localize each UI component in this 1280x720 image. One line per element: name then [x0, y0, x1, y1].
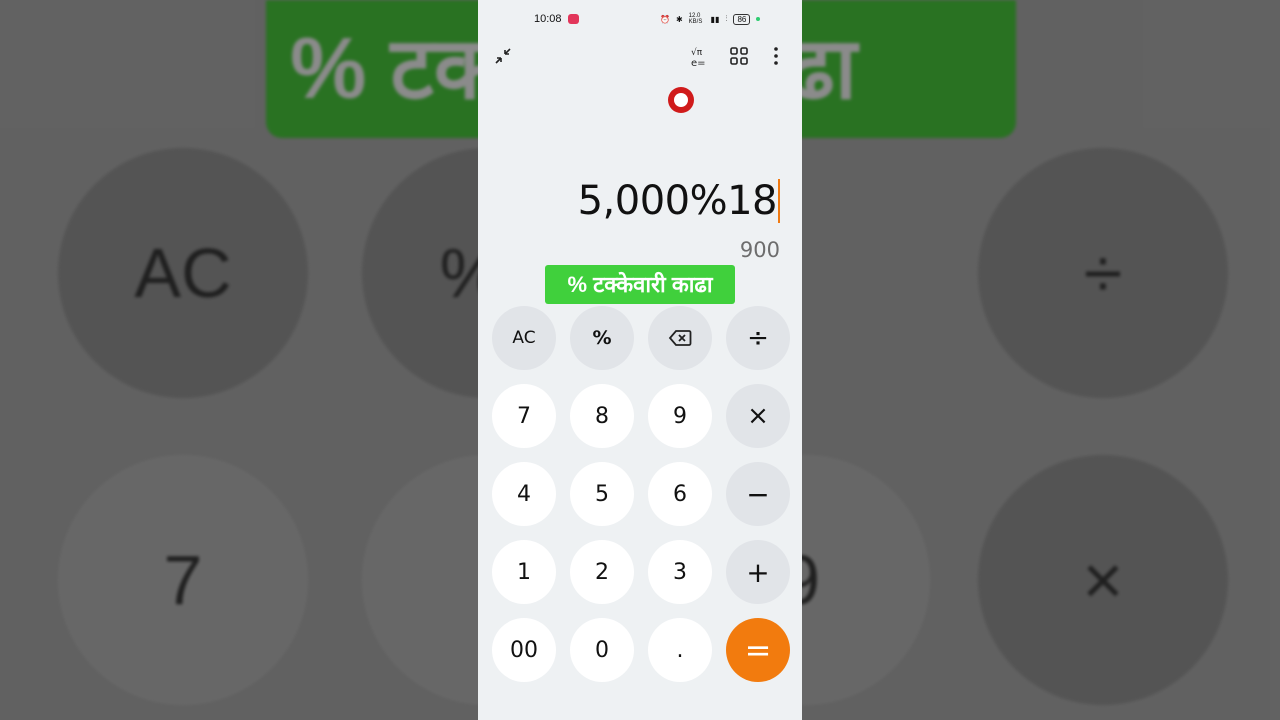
scientific-mode-icon[interactable]: √π e=: [687, 42, 715, 70]
digit-0-button[interactable]: 0: [570, 618, 634, 682]
digit-5-button[interactable]: 5: [570, 462, 634, 526]
multiply-button[interactable]: ×: [726, 384, 790, 448]
digit-2-button[interactable]: 2: [570, 540, 634, 604]
status-bar: 10:08 ⏰ ✱ 12.0 KB/S ▮▮ ⫶ 86: [478, 0, 802, 40]
calculator-screen: 10:08 ⏰ ✱ 12.0 KB/S ▮▮ ⫶ 86 √π e= 5,000%…: [478, 0, 802, 720]
battery-icon: 86: [733, 13, 751, 25]
alarm-icon: ⏰: [660, 14, 670, 24]
clear-button[interactable]: AC: [492, 306, 556, 370]
divide-button[interactable]: ÷: [726, 306, 790, 370]
screen-record-icon: [568, 14, 579, 24]
digit-8-button[interactable]: 8: [570, 384, 634, 448]
bluetooth-icon: ✱: [675, 14, 683, 24]
digit-4-button[interactable]: 4: [492, 462, 556, 526]
digit-1-button[interactable]: 1: [492, 540, 556, 604]
wifi-icon: ⫶: [725, 14, 728, 23]
subtract-button[interactable]: −: [726, 462, 790, 526]
digit-3-button[interactable]: 3: [648, 540, 712, 604]
svg-text:√π: √π: [691, 47, 703, 58]
text-cursor: [778, 179, 780, 223]
signal-icon: ▮▮: [710, 14, 720, 24]
overlay-banner: % टक्केवारी काढा: [545, 265, 735, 304]
more-vertical-icon[interactable]: [762, 42, 790, 70]
digit-9-button[interactable]: 9: [648, 384, 712, 448]
collapse-icon[interactable]: [489, 42, 517, 70]
digit-6-button[interactable]: 6: [648, 462, 712, 526]
svg-text:e=: e=: [691, 58, 706, 68]
status-time: 10:08: [534, 13, 562, 25]
double-zero-button[interactable]: 00: [492, 618, 556, 682]
expression-display[interactable]: 5,000%18: [578, 178, 780, 224]
network-speed: 12.0 KB/S: [688, 13, 703, 25]
result-preview: 900: [739, 238, 780, 262]
grid-icon[interactable]: [725, 42, 753, 70]
add-button[interactable]: +: [726, 540, 790, 604]
percent-button[interactable]: %: [570, 306, 634, 370]
backspace-button[interactable]: [648, 306, 712, 370]
digit-7-button[interactable]: 7: [492, 384, 556, 448]
decimal-button[interactable]: .: [648, 618, 712, 682]
status-icons: ⏰ ✱ 12.0 KB/S ▮▮ ⫶ 86: [660, 13, 761, 25]
channel-logo-icon: [668, 87, 694, 113]
backspace-icon: [668, 330, 692, 346]
equals-button[interactable]: =: [726, 618, 790, 682]
expression-text: 5,000%18: [577, 178, 778, 224]
privacy-dot-icon: [756, 17, 761, 21]
